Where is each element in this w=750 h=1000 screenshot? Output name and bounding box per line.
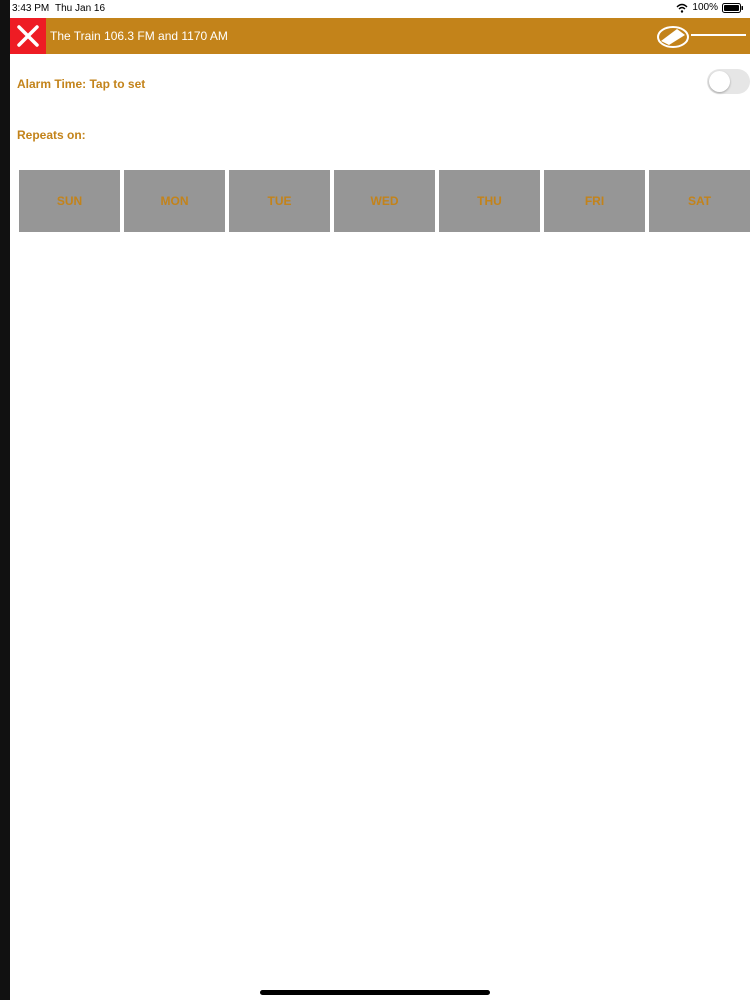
- day-button-wed[interactable]: WED: [334, 170, 435, 232]
- status-date: Thu Jan 16: [55, 3, 106, 14]
- day-button-sat[interactable]: SAT: [649, 170, 750, 232]
- close-button[interactable]: [10, 18, 46, 54]
- left-edge-bar: [0, 0, 10, 1000]
- app-header: The Train 106.3 FM and 1170 AM: [10, 18, 750, 54]
- wifi-icon: [676, 3, 688, 13]
- status-right: 100%: [676, 2, 744, 13]
- day-button-sun[interactable]: SUN: [19, 170, 120, 232]
- toggle-knob: [709, 71, 730, 92]
- day-button-thu[interactable]: THU: [439, 170, 540, 232]
- close-icon: [17, 25, 39, 47]
- battery-icon: [722, 2, 744, 13]
- day-button-mon[interactable]: MON: [124, 170, 225, 232]
- day-button-fri[interactable]: FRI: [544, 170, 645, 232]
- status-time: 3:43 PM: [12, 3, 50, 14]
- status-bar: 3:43 PM Thu Jan 16 100%: [10, 0, 750, 18]
- day-button-tue[interactable]: TUE: [229, 170, 330, 232]
- repeats-label: Repeats on:: [17, 128, 86, 142]
- header-title: The Train 106.3 FM and 1170 AM: [50, 29, 228, 43]
- alarm-toggle[interactable]: [707, 69, 750, 94]
- battery-percent: 100%: [692, 2, 718, 13]
- alarm-time-setter[interactable]: Alarm Time: Tap to set: [17, 77, 145, 91]
- station-logo: [655, 21, 750, 51]
- home-indicator: [260, 990, 490, 995]
